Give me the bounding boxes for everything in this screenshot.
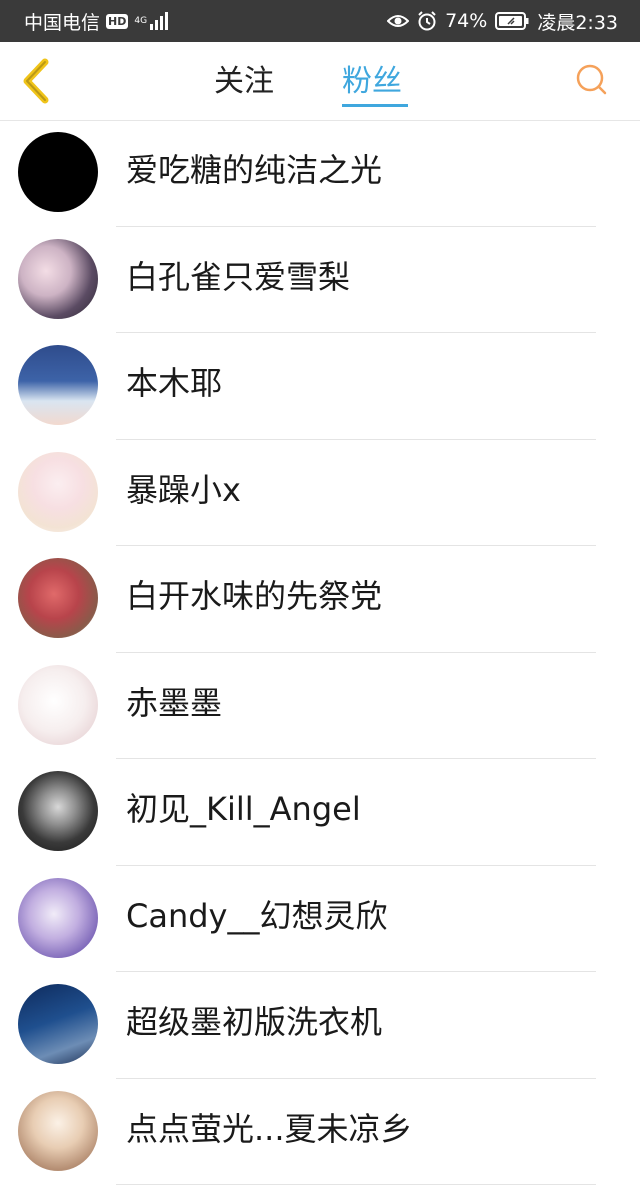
avatar[interactable] <box>18 771 98 851</box>
avatar[interactable] <box>18 558 98 638</box>
avatar[interactable] <box>18 452 98 532</box>
user-name[interactable]: 点点萤光...夏未凉乡 <box>126 1107 413 1151</box>
tab-fans[interactable]: 粉丝 <box>342 62 402 102</box>
search-icon <box>575 63 609 97</box>
fans-list: 爱吃糖的纯洁之光 白孔雀只爱雪梨 本木耶 暴躁小x 白开水味的先祭党 赤墨墨 初… <box>0 120 640 1185</box>
back-button[interactable] <box>14 56 58 106</box>
user-name[interactable]: 赤墨墨 <box>126 681 222 725</box>
avatar[interactable] <box>18 984 98 1064</box>
user-name[interactable]: 初见_Kill_Angel <box>126 787 361 831</box>
avatar[interactable] <box>18 1091 98 1171</box>
avatar[interactable] <box>18 878 98 958</box>
list-item[interactable]: 白开水味的先祭党 <box>0 546 640 653</box>
list-item[interactable]: Candy__幻想灵欣 <box>0 866 640 973</box>
search-button[interactable] <box>572 60 612 100</box>
list-item[interactable]: 赤墨墨 <box>0 653 640 760</box>
network-type-label: 4G <box>134 17 144 26</box>
carrier-label: 中国电信 <box>24 8 100 35</box>
list-item[interactable]: 暴躁小x <box>0 440 640 547</box>
list-item[interactable]: 点点萤光...夏未凉乡 <box>0 1079 640 1185</box>
user-name[interactable]: Candy__幻想灵欣 <box>126 894 388 938</box>
status-right: 74% 凌晨2:33 <box>387 0 618 42</box>
user-name[interactable]: 本木耶 <box>126 361 222 405</box>
list-item[interactable]: 本木耶 <box>0 333 640 440</box>
clock: 凌晨2:33 <box>537 8 618 35</box>
user-name[interactable]: 白开水味的先祭党 <box>126 574 382 618</box>
user-name[interactable]: 白孔雀只爱雪梨 <box>126 255 350 299</box>
list-item[interactable]: 爱吃糖的纯洁之光 <box>0 120 640 227</box>
battery-icon <box>495 12 529 30</box>
hd-icon: HD <box>106 14 128 29</box>
avatar[interactable] <box>18 239 98 319</box>
alarm-icon <box>417 11 437 31</box>
avatar[interactable] <box>18 132 98 212</box>
status-left: 中国电信 HD 4G <box>24 0 170 42</box>
list-item[interactable]: 初见_Kill_Angel <box>0 759 640 866</box>
header-bar: 关注 粉丝 <box>0 42 640 121</box>
chevron-left-icon <box>19 58 53 104</box>
tab-follow[interactable]: 关注 <box>214 62 274 102</box>
avatar[interactable] <box>18 345 98 425</box>
list-item[interactable]: 超级墨初版洗衣机 <box>0 972 640 1079</box>
user-name[interactable]: 超级墨初版洗衣机 <box>126 1000 382 1044</box>
avatar[interactable] <box>18 665 98 745</box>
eye-icon <box>387 13 409 29</box>
user-name[interactable]: 暴躁小x <box>126 468 241 512</box>
active-tab-indicator <box>342 104 408 107</box>
status-bar: 中国电信 HD 4G 74% <box>0 0 640 42</box>
battery-percent: 74% <box>445 10 487 32</box>
user-name[interactable]: 爱吃糖的纯洁之光 <box>126 148 382 192</box>
list-item[interactable]: 白孔雀只爱雪梨 <box>0 227 640 334</box>
signal-icon <box>150 12 170 30</box>
